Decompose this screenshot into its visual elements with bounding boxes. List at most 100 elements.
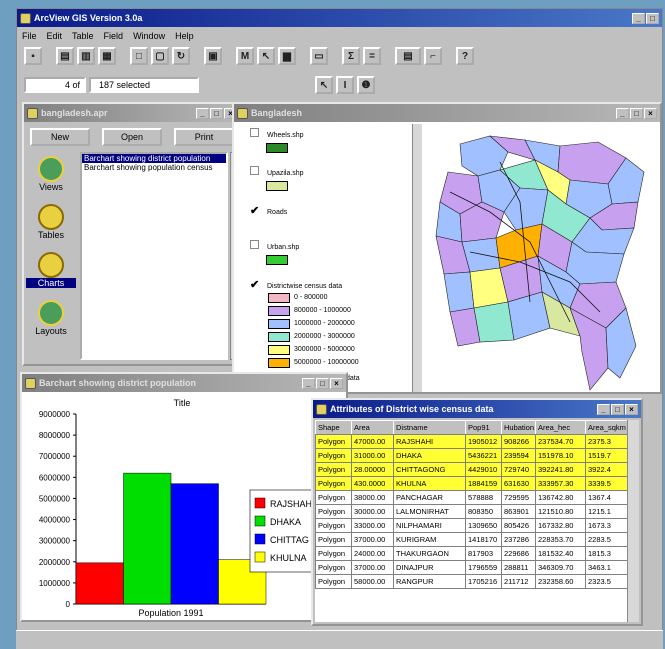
- link-button[interactable]: ⌐: [424, 47, 442, 65]
- select-all-button[interactable]: □: [130, 47, 148, 65]
- menu-field[interactable]: Field: [104, 31, 124, 41]
- table-maximize[interactable]: □: [611, 403, 624, 415]
- table-row[interactable]: Polygon 37000.00 DINAJPUR 1796559 288811 3463…: [315, 560, 627, 575]
- menu-help[interactable]: Help: [175, 31, 194, 41]
- layer-checkbox[interactable]: [250, 166, 259, 175]
- chart-maximize[interactable]: □: [316, 377, 329, 389]
- view-title: Bangladesh: [251, 108, 303, 118]
- table-row[interactable]: Polygon 47000.00 RAJSHAHI 1905012 908266 2375…: [315, 434, 627, 449]
- table-row[interactable]: Polygon 24000.00 THAKURGAON 817903 229686 181…: [315, 546, 627, 561]
- menu-file[interactable]: File: [22, 31, 37, 41]
- menu-table[interactable]: Table: [72, 31, 94, 41]
- view-minimize[interactable]: _: [616, 107, 629, 119]
- layer-wheels[interactable]: Wheels.shp: [236, 124, 421, 162]
- column-header[interactable]: Distname: [393, 420, 466, 435]
- table-doc-icon: [316, 403, 327, 415]
- table-row[interactable]: Polygon 28.00000 CHITTAGONG 4429010 729740 39…: [315, 462, 627, 477]
- layer-census[interactable]: ✔ Districtwise census data: [236, 274, 421, 291]
- new-button[interactable]: New: [30, 128, 90, 146]
- table-minimize[interactable]: _: [597, 403, 610, 415]
- table-row[interactable]: Polygon 58000.00 RANGPUR 1705216 211712 23235…: [315, 574, 627, 589]
- calculate-button[interactable]: =: [363, 47, 381, 65]
- checkmark-icon[interactable]: ✔: [250, 278, 259, 291]
- table-row[interactable]: Polygon 430.0000 KHULNA 1884159 631630 333957…: [315, 476, 627, 491]
- table-cell: 808350: [465, 504, 502, 519]
- project-minimize[interactable]: _: [196, 107, 209, 119]
- join-button[interactable]: ▤: [395, 47, 421, 65]
- table-row[interactable]: Polygon 30000.00 LALMONIRHAT 808350 863901 12…: [315, 504, 627, 519]
- identify-tool[interactable]: ❶: [357, 76, 375, 94]
- table-row[interactable]: Polygon 38000.00 PANCHAGAR 578888 729595 1367…: [315, 490, 627, 505]
- minimize-button[interactable]: _: [632, 12, 645, 24]
- text-cursor-tool[interactable]: I: [336, 76, 354, 94]
- tables-icon-item[interactable]: Tables: [26, 200, 76, 248]
- app-title: ArcView GIS Version 3.0a: [34, 13, 143, 23]
- chart-minimize[interactable]: _: [302, 377, 315, 389]
- column-header[interactable]: Area_sqkm: [585, 420, 627, 435]
- open-button[interactable]: Open: [102, 128, 162, 146]
- table-row[interactable]: Polygon 31000.00 DHAKA 5436221 239594 151978.…: [315, 448, 627, 463]
- find-button[interactable]: M: [236, 47, 254, 65]
- help-button[interactable]: ?: [456, 47, 474, 65]
- chart-close[interactable]: ×: [330, 377, 343, 389]
- records-count: 4 of: [24, 77, 86, 93]
- chart-list-item[interactable]: Barchart showing district population: [82, 154, 226, 163]
- promote-button[interactable]: ↖: [257, 47, 275, 65]
- view-maximize[interactable]: □: [630, 107, 643, 119]
- charts-icon-item[interactable]: Charts: [26, 248, 76, 296]
- save-button[interactable]: ▪: [24, 47, 42, 65]
- add-field-button[interactable]: ▥: [77, 47, 95, 65]
- sort-button[interactable]: ▆: [278, 47, 296, 65]
- layer-roads[interactable]: ✔ Roads: [236, 200, 421, 236]
- table-row[interactable]: Polygon 37000.00 KURIGRAM 1418170 237286 2283…: [315, 532, 627, 547]
- query-button[interactable]: ▣: [204, 47, 222, 65]
- maximize-button[interactable]: □: [646, 12, 659, 24]
- layer-upazila[interactable]: Upazila.shp: [236, 162, 421, 200]
- checkmark-icon[interactable]: ✔: [250, 204, 259, 217]
- project-window: bangladesh.apr _ □ × New Open Print Views T…: [22, 102, 242, 366]
- summarize-button[interactable]: Σ: [342, 47, 360, 65]
- table-cell: 1215.1: [585, 504, 627, 519]
- view-close[interactable]: ×: [644, 107, 657, 119]
- edit-table-button[interactable]: ▤: [56, 47, 74, 65]
- toc-scrollbar[interactable]: [412, 124, 422, 392]
- layer-checkbox[interactable]: [250, 128, 259, 137]
- layer-checkbox[interactable]: [250, 240, 259, 249]
- pointer-tool[interactable]: ↖: [315, 76, 333, 94]
- select-none-button[interactable]: ▢: [151, 47, 169, 65]
- table-row[interactable]: Polygon 33000.00 NILPHAMARI 1309650 805426 16…: [315, 518, 627, 533]
- table-cell: 38000.00: [351, 490, 394, 505]
- table-vertical-scrollbar[interactable]: [627, 420, 639, 622]
- column-header[interactable]: Hubation: [501, 420, 536, 435]
- views-icon-item[interactable]: Views: [26, 152, 76, 200]
- bangladesh-map[interactable]: [430, 132, 650, 394]
- table-cell: 167332.80: [535, 518, 586, 533]
- menu-edit[interactable]: Edit: [47, 31, 63, 41]
- project-maximize[interactable]: □: [210, 107, 223, 119]
- district-polygon[interactable]: [443, 271, 475, 313]
- count-value: 4: [64, 80, 70, 90]
- add-record-button[interactable]: ▦: [98, 47, 116, 65]
- switch-selection-button[interactable]: ↻: [172, 47, 190, 65]
- print-button[interactable]: Print: [174, 128, 234, 146]
- chart-button[interactable]: ▭: [310, 47, 328, 65]
- layouts-icon-item[interactable]: Layouts: [26, 296, 76, 344]
- table-cell: DHAKA: [393, 448, 466, 463]
- table-close[interactable]: ×: [625, 403, 638, 415]
- table-title: Attributes of District wise census data: [330, 404, 494, 414]
- table-cell: CHITTAGONG: [393, 462, 466, 477]
- chart-list-item[interactable]: Barchart showing population census: [82, 163, 226, 172]
- project-icon: [27, 107, 38, 119]
- attribute-table: Shape Area Distname Pop91 Hubation Area_hec Ar…: [315, 420, 627, 589]
- globe-icon: [38, 156, 64, 182]
- column-header[interactable]: Area: [351, 420, 394, 435]
- menu-window[interactable]: Window: [133, 31, 165, 41]
- layer-swatch: [266, 181, 288, 191]
- district-polygon[interactable]: [473, 301, 515, 343]
- column-header[interactable]: Shape: [315, 420, 352, 435]
- table-cell: 47000.00: [351, 434, 394, 449]
- view-title-bar: Bangladesh _ □ ×: [234, 104, 660, 122]
- column-header[interactable]: Area_hec: [535, 420, 586, 435]
- layer-urban[interactable]: Urban.shp: [236, 236, 421, 274]
- column-header[interactable]: Pop91: [465, 420, 502, 435]
